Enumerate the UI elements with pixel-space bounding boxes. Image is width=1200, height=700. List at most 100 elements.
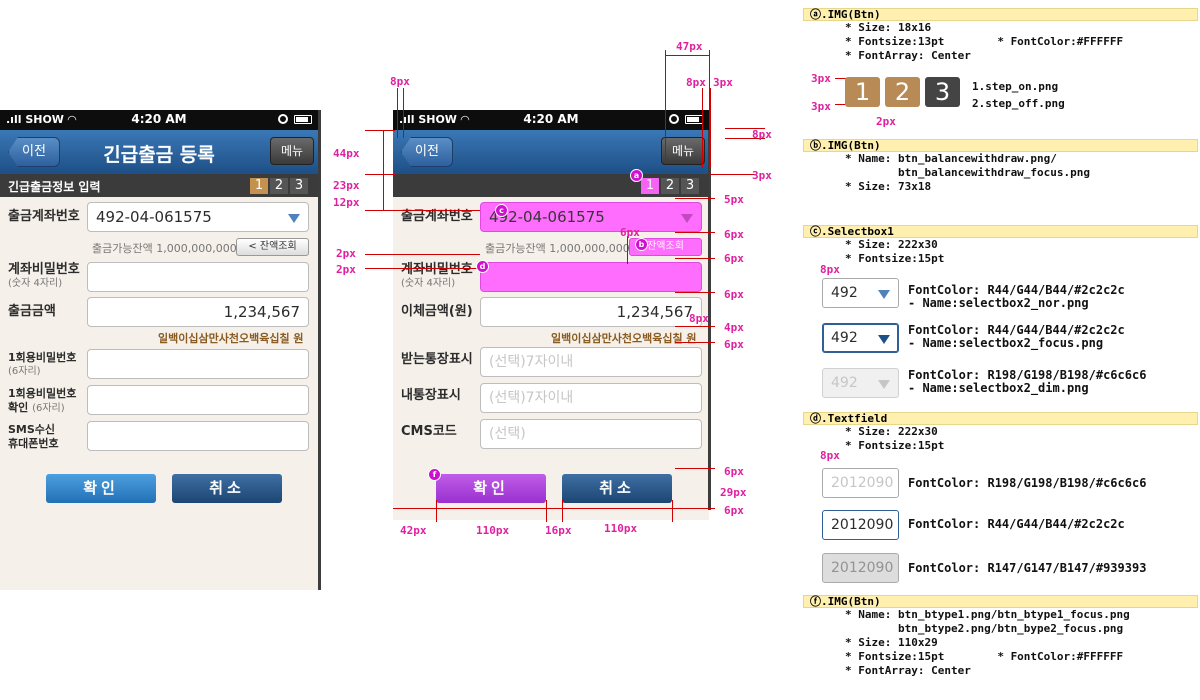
otp-field[interactable] (87, 349, 309, 379)
confirm-button-guide[interactable]: 확인 (436, 474, 546, 503)
account-value: 492-04-061575 (96, 208, 212, 226)
sms-label-text2: 휴대폰번호 (8, 437, 59, 450)
measure-label: 6px (724, 338, 744, 351)
step-3: 3 (290, 178, 308, 194)
battery-icon (685, 115, 703, 124)
phone-screen-guide: .ıll SHOW ◠ 4:20 AM 이전 메뉴 1 2 3 출금계좌번호 4… (393, 110, 709, 520)
menu-button-guide[interactable]: 메뉴 (661, 137, 705, 165)
section-header-guide: 1 2 3 (393, 174, 709, 197)
password-field-guide[interactable] (480, 262, 702, 292)
step-off-sample: 3 (925, 77, 960, 107)
title-bar: 이전 긴급출금 등록 메뉴 (0, 130, 318, 174)
cancel-button[interactable]: 취소 (172, 474, 282, 503)
recv-field[interactable]: (선택)7자이내 (480, 347, 702, 377)
measure-line (365, 210, 480, 211)
measure-line (562, 500, 563, 522)
section-header: 긴급출금정보 입력 1 2 3 (0, 174, 318, 197)
status-bar: .ıll SHOW ◠ 4:20 AM (0, 110, 318, 130)
spec-a-head: ⓐ.IMG(Btn) (803, 8, 1198, 21)
status-time-guide: 4:20 AM (523, 112, 579, 126)
measure-line (365, 174, 395, 175)
measure-label: 110px (476, 524, 510, 537)
measure-label: 6px (620, 226, 640, 239)
carrier-label-guide: .ıll SHOW ◠ (399, 113, 470, 126)
measure-label: 6px (724, 465, 744, 478)
back-button-guide[interactable]: 이전 (401, 137, 453, 167)
spec-c-head: ⓒ.Selectbox1 (803, 225, 1198, 238)
step-2-guide: 2 (661, 178, 679, 194)
measure-label: 23px (333, 179, 360, 192)
textfield-focus-sample: 2012090 (822, 510, 899, 540)
amount-field[interactable]: 1,234,567 (87, 297, 309, 327)
measure-label: 12px (333, 196, 360, 209)
spec-c: ⓒ.Selectbox1 * Size: 222x30 * Fontsize:1… (803, 225, 1198, 266)
amount-hangul: 일백이십삼만사천오백육십칠 원 (158, 332, 304, 345)
amount-hangul-guide: 일백이십삼만사천오백육십칠 원 (551, 332, 697, 345)
measure-label: 5px (724, 193, 744, 206)
spec-c-line: * Size: 222x30 (845, 238, 938, 251)
spec-d-head: ⓓ.Textfield (803, 412, 1198, 425)
spec-a-file: 2.step_off.png (972, 97, 1065, 110)
otp-label: 1회용비밀번호 (6자리) (8, 351, 76, 379)
confirm-button[interactable]: 확인 (46, 474, 156, 503)
chevron-down-icon (288, 214, 300, 223)
measure-line (665, 50, 666, 160)
balance-text-guide: 출금가능잔액 1,000,000,000원 (485, 242, 640, 255)
measure-line (665, 55, 709, 56)
measure-line (675, 292, 715, 293)
title-bar-guide: 이전 메뉴 (393, 130, 709, 174)
measure-line (675, 468, 715, 469)
spec-a-line: * FontArray: Center (845, 49, 971, 62)
spec-d: ⓓ.Textfield * Size: 222x30 * Fontsize:15… (803, 412, 1198, 453)
account-select-guide[interactable]: 492-04-061575 (480, 202, 702, 232)
measure-line (365, 254, 480, 255)
marker-b: b (635, 238, 648, 251)
menu-button[interactable]: 메뉴 (270, 137, 314, 165)
marker-f: f (428, 468, 441, 481)
sms-field[interactable] (87, 421, 309, 451)
marker-a: a (630, 169, 643, 182)
chevron-down-icon (681, 214, 693, 223)
spec-c-desc: FontColor: R198/G198/B198/#c6c6c6 - Name… (908, 368, 1147, 395)
password-sub-guide: (숫자 4자리) (401, 278, 456, 289)
textfield-dim-sample: 2012090 (822, 553, 899, 583)
spec-a: ⓐ.IMG(Btn) * Size: 18x16 * Fontsize:13pt… (803, 8, 1198, 63)
spec-c-measure: 8px (820, 263, 840, 276)
account-select[interactable]: 492-04-061575 (87, 202, 309, 232)
selectbox-dim-sample: 492 (822, 368, 899, 398)
measure-label: 44px (333, 147, 360, 160)
step-1: 1 (250, 178, 268, 194)
measure-line (675, 258, 715, 259)
spec-d-measure: 8px (820, 449, 840, 462)
measure-label: 8px (689, 312, 709, 325)
measure-line (672, 500, 673, 522)
step-indicator: 1 2 3 (250, 178, 308, 194)
otp-confirm-field[interactable] (87, 385, 309, 415)
measure-line (675, 342, 715, 343)
spec-b-line: * Size: 73x18 (845, 180, 932, 193)
password-field[interactable] (87, 262, 309, 292)
spec-f-line: * Fontsize:15pt * FontColor:#FFFFFF (845, 650, 1124, 663)
spec-f-line: btn_btype2.png/btn_bype2_focus.png (845, 622, 1124, 635)
measure-label: 3px (752, 169, 772, 182)
spec-f-line: * FontArray: Center (845, 664, 971, 677)
measure-line (710, 88, 711, 168)
measure-label: 16px (545, 524, 572, 537)
step-3-guide: 3 (681, 178, 699, 194)
cms-field[interactable]: (선택) (480, 419, 702, 449)
spec-b-line: btn_balancewithdraw_focus.png (845, 166, 1091, 179)
sample-value: 492 (831, 330, 858, 346)
spec-d-desc: FontColor: R198/G198/B198/#c6c6c6 (908, 476, 1147, 490)
measure-line (627, 236, 628, 264)
sample-value: 492 (831, 285, 858, 301)
measure-line (675, 326, 715, 327)
chevron-down-icon (878, 380, 890, 389)
balance-button[interactable]: < 잔액조회 (236, 238, 309, 256)
selectbox-focus-sample: 492 (822, 323, 899, 353)
measure-line (403, 88, 404, 138)
amount-field-guide[interactable]: 1,234,567 (480, 297, 702, 327)
spec-b: ⓑ.IMG(Btn) * Name: btn_balancewithdraw.p… (803, 139, 1198, 194)
cancel-button-guide[interactable]: 취소 (562, 474, 672, 503)
mine-field[interactable]: (선택)7자이내 (480, 383, 702, 413)
spec-f-head: ⓕ.IMG(Btn) (803, 595, 1198, 608)
